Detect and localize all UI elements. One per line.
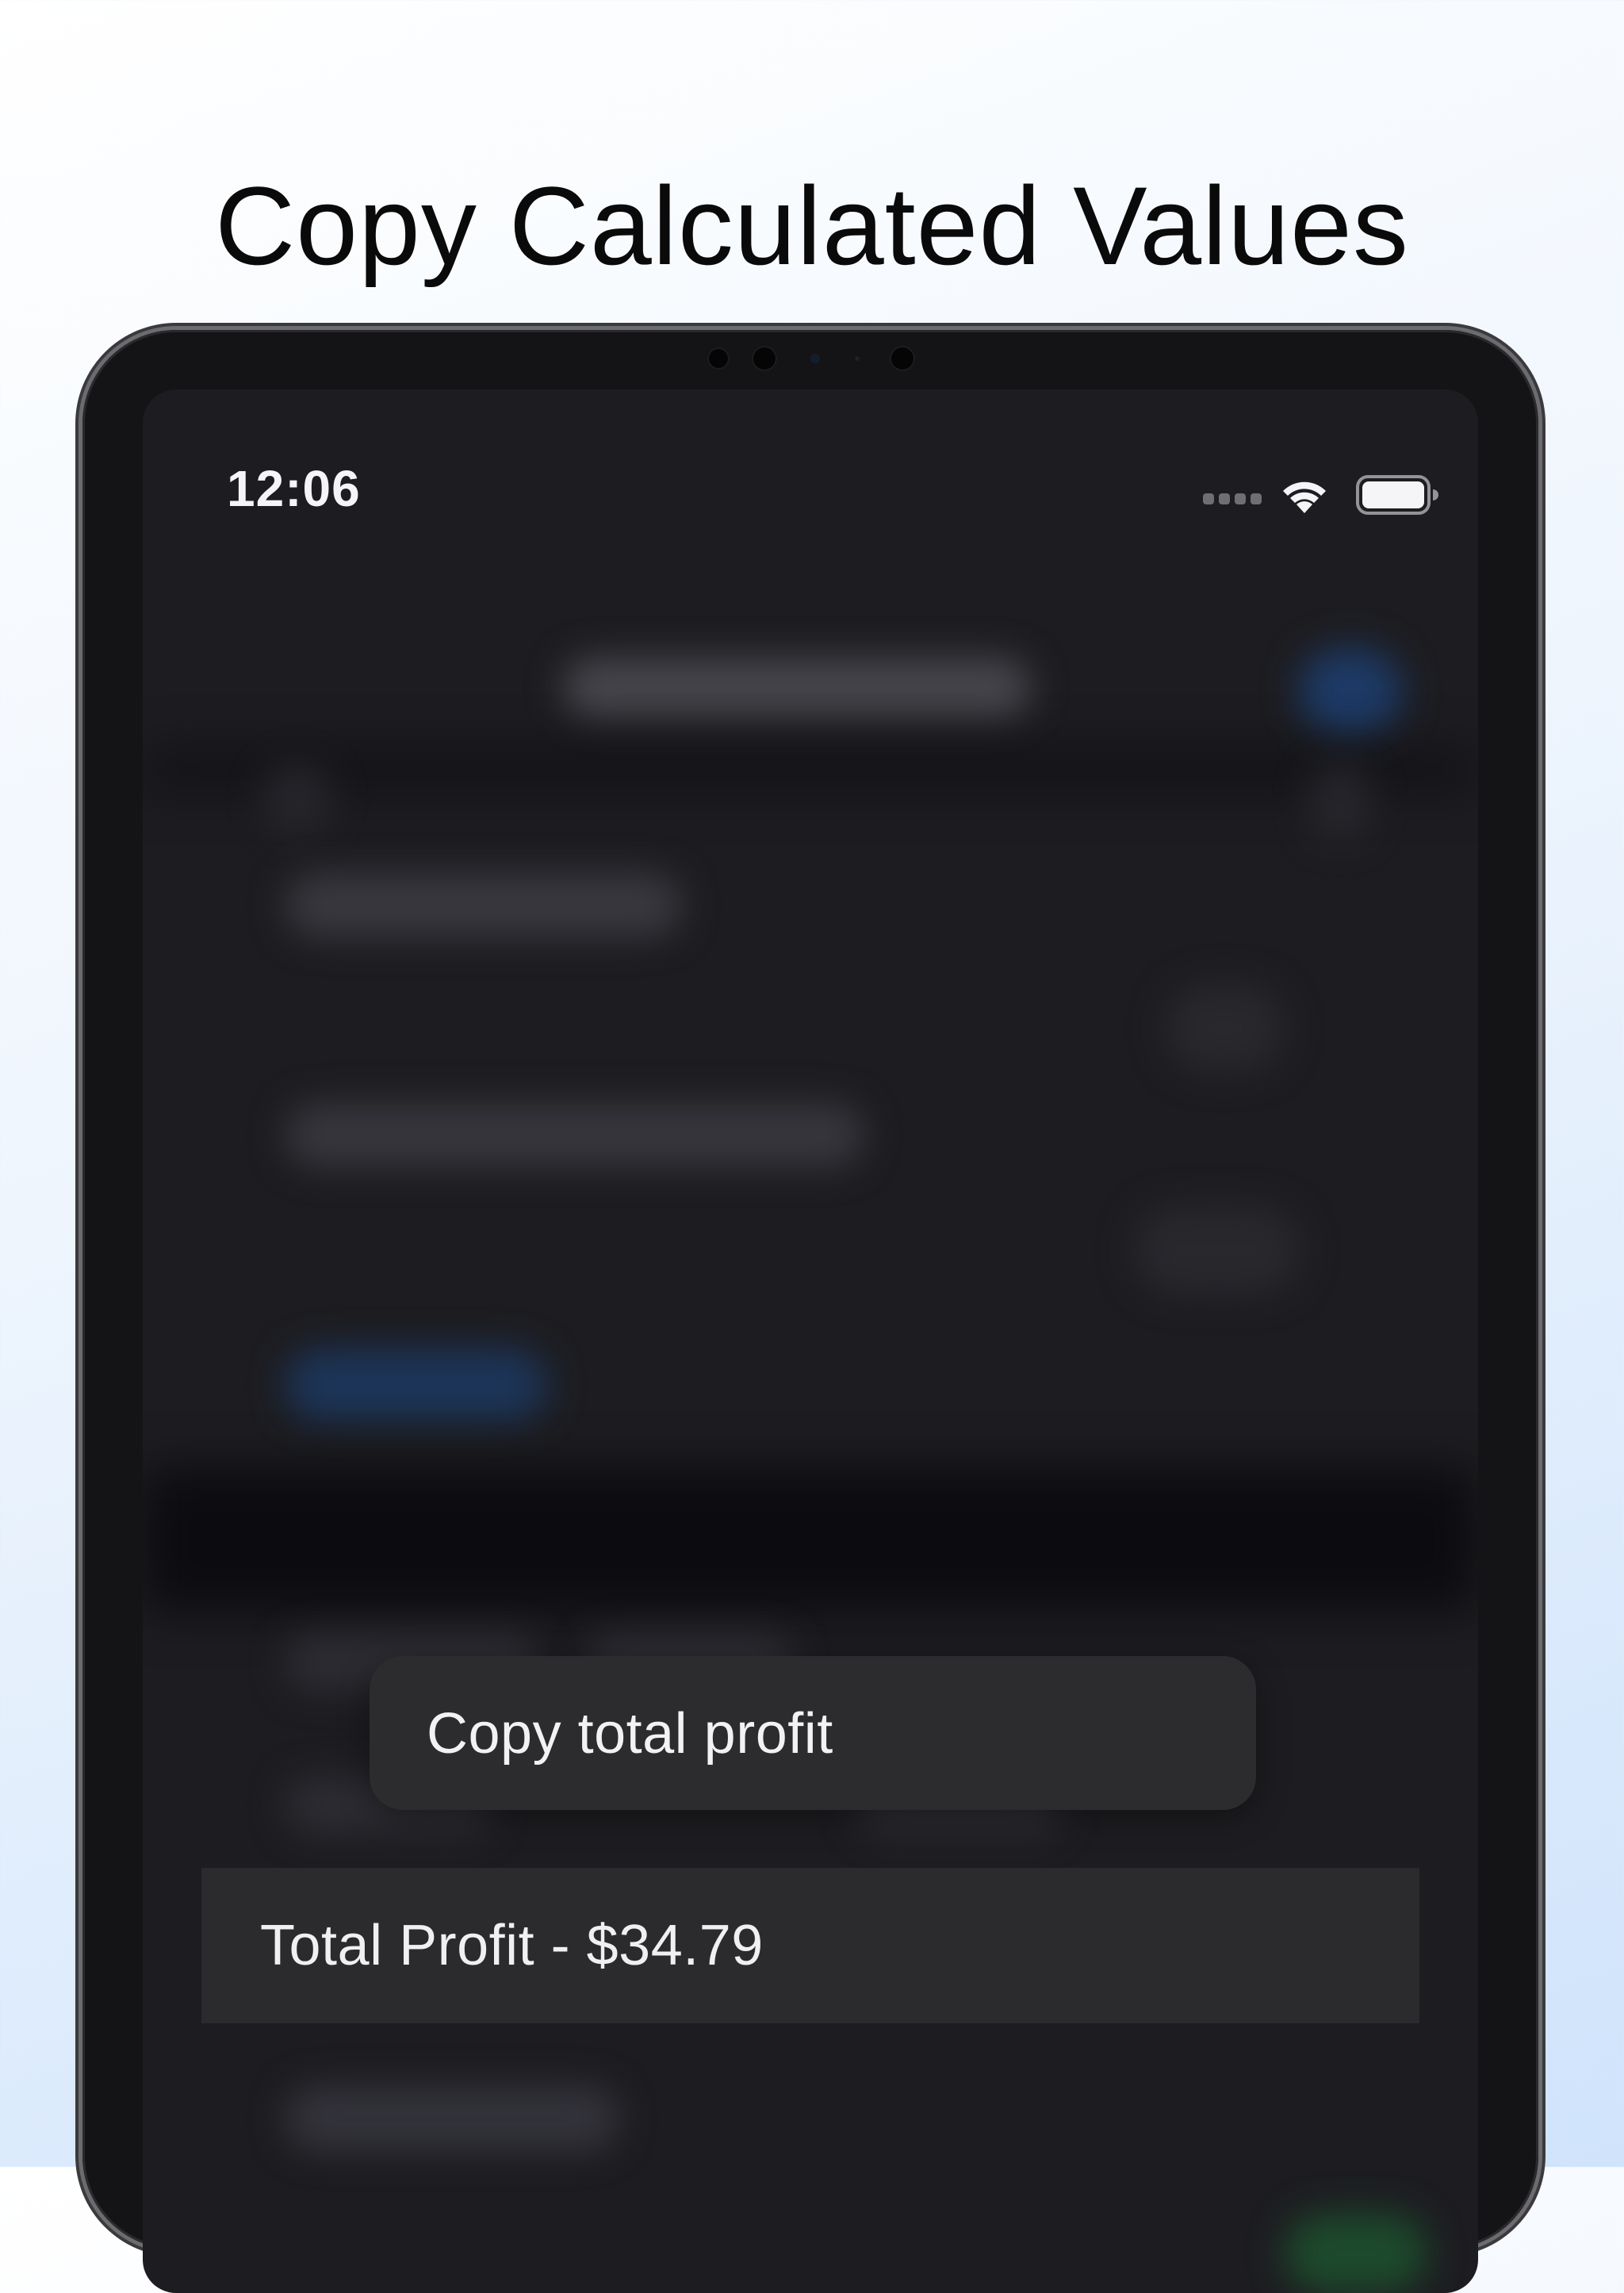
device-screen: 12:06 Copy total profit Total Profit - $…	[143, 389, 1478, 2293]
context-menu: Copy total profit	[370, 1656, 1256, 1810]
blurred-field-2	[285, 1103, 864, 1167]
total-profit-row[interactable]: Total Profit - $34.79	[201, 1868, 1419, 2023]
flood-illuminator	[890, 346, 915, 371]
camera-indicator	[810, 354, 820, 363]
blurred-link	[285, 1349, 547, 1421]
volume-up-button	[1538, 460, 1545, 533]
blurred-field-7	[285, 2087, 619, 2150]
copy-total-profit-menu-item[interactable]: Copy total profit	[427, 1702, 833, 1766]
total-profit-label: Total Profit - $34.79	[260, 1914, 764, 1977]
blurred-section-divider	[143, 1468, 1478, 1611]
blurred-title	[563, 658, 1031, 718]
camera-lens	[752, 346, 777, 371]
ambient-sensor	[855, 356, 860, 361]
battery-full-icon	[1356, 475, 1438, 520]
cellular-signal-icon	[1203, 493, 1262, 504]
volume-down-button	[1538, 543, 1545, 616]
blurred-action-button	[1299, 648, 1402, 735]
blurred-chevron	[1308, 762, 1372, 842]
blurred-value-1	[1166, 984, 1285, 1072]
blurred-green-accent	[1285, 2214, 1427, 2293]
blurred-field-1	[285, 873, 682, 937]
status-time: 12:06	[227, 460, 361, 517]
promo-headline: Copy Calculated Values	[215, 163, 1409, 288]
blurred-header-edge	[143, 746, 1478, 794]
camera-sensor	[707, 347, 730, 370]
blurred-value-2	[1134, 1206, 1300, 1294]
tablet-device-frame: 12:06 Copy total profit Total Profit - $…	[82, 330, 1538, 2293]
wifi-icon	[1277, 472, 1332, 519]
blurred-back-icon	[262, 762, 333, 834]
top-button	[1372, 324, 1451, 330]
